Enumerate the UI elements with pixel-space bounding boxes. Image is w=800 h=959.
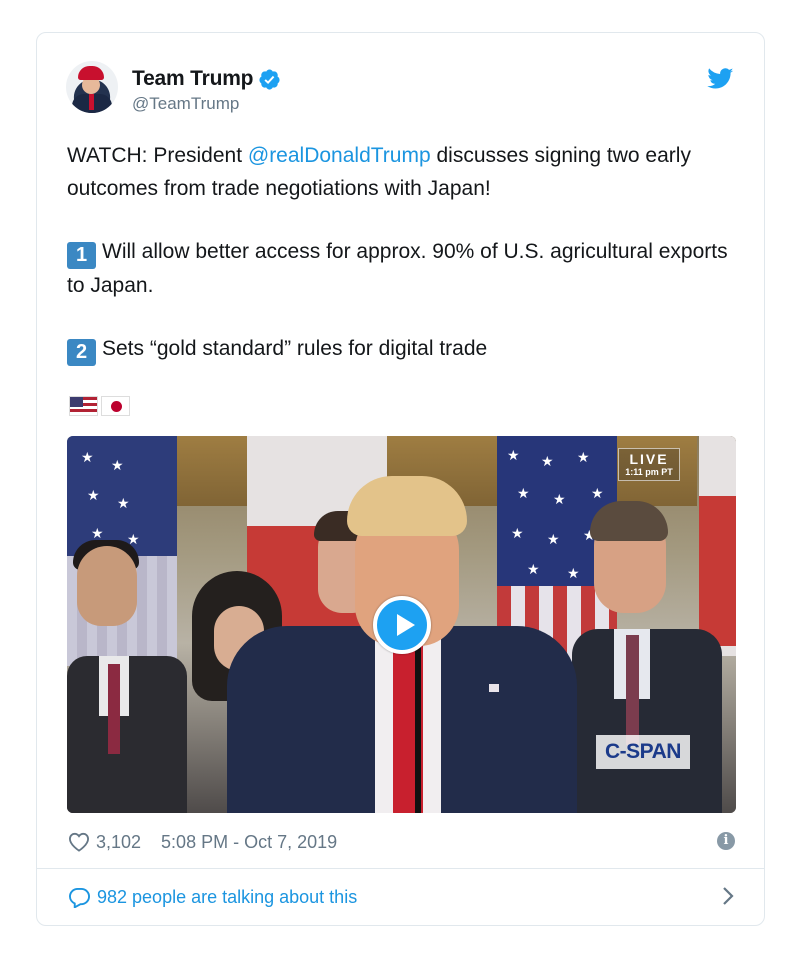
tweet-point-2-text: Sets “gold standard” rules for digital t… [102, 337, 488, 360]
live-label: LIVE [629, 451, 669, 467]
japan-flag-icon [101, 396, 130, 416]
author-handle[interactable]: @TeamTrump [132, 94, 239, 114]
embedded-tweet-card: Team Trump @TeamTrump WATCH: President @… [36, 32, 765, 926]
divider [37, 868, 764, 869]
twitter-bird-icon[interactable] [707, 68, 734, 90]
us-flag-icon [69, 396, 98, 416]
tweet-intro: WATCH: President @realDonaldTrump discus… [67, 139, 737, 205]
live-badge: LIVE 1:11 pm PT [618, 448, 680, 481]
avatar[interactable] [66, 61, 118, 113]
verified-badge-icon [259, 68, 280, 90]
mention-link[interactable]: @realDonaldTrump [248, 144, 431, 167]
tweet-header: Team Trump @TeamTrump [66, 61, 736, 121]
tweet-body: WATCH: President @realDonaldTrump discus… [67, 139, 737, 396]
tweet-intro-text: WATCH: President [67, 144, 248, 167]
tweet-point-2: 2 Sets “gold standard” rules for digital … [67, 332, 737, 366]
person-left [67, 540, 187, 813]
keycap-2-icon: 2 [67, 339, 96, 366]
talking-count-text[interactable]: 982 people are talking about this [97, 887, 357, 908]
play-icon[interactable] [373, 596, 431, 654]
tweet-point-1: 1 Will allow better access for approx. 90… [67, 235, 737, 302]
tweet-meta: 3,102 5:08 PM - Oct 7, 2019 i [68, 829, 735, 855]
cspan-logo: C-SPAN [596, 735, 690, 769]
video-player[interactable]: ★ ★ ★ ★ ★ ★ ★ ★ ★ ★ ★ ★ ★ ★ ★ ★ ★ LIVE 1:11 pm PT … [67, 436, 736, 813]
keycap-1-icon: 1 [67, 242, 96, 269]
like-count[interactable]: 3,102 [96, 832, 141, 853]
comment-bubble-icon [68, 887, 91, 908]
heart-icon[interactable] [68, 832, 90, 852]
author-name-row[interactable]: Team Trump [132, 67, 281, 91]
tweet-point-1-text: Will allow better access for approx. 90%… [67, 240, 728, 297]
chevron-right-icon[interactable] [721, 885, 735, 907]
info-icon[interactable]: i [717, 832, 735, 850]
flag-emojis [69, 396, 130, 416]
live-time: 1:11 pm PT [625, 467, 673, 477]
author-display-name[interactable]: Team Trump [132, 67, 254, 91]
conversation-link[interactable]: 982 people are talking about this [68, 883, 735, 911]
tweet-timestamp[interactable]: 5:08 PM - Oct 7, 2019 [161, 832, 337, 853]
microphone [415, 636, 421, 813]
